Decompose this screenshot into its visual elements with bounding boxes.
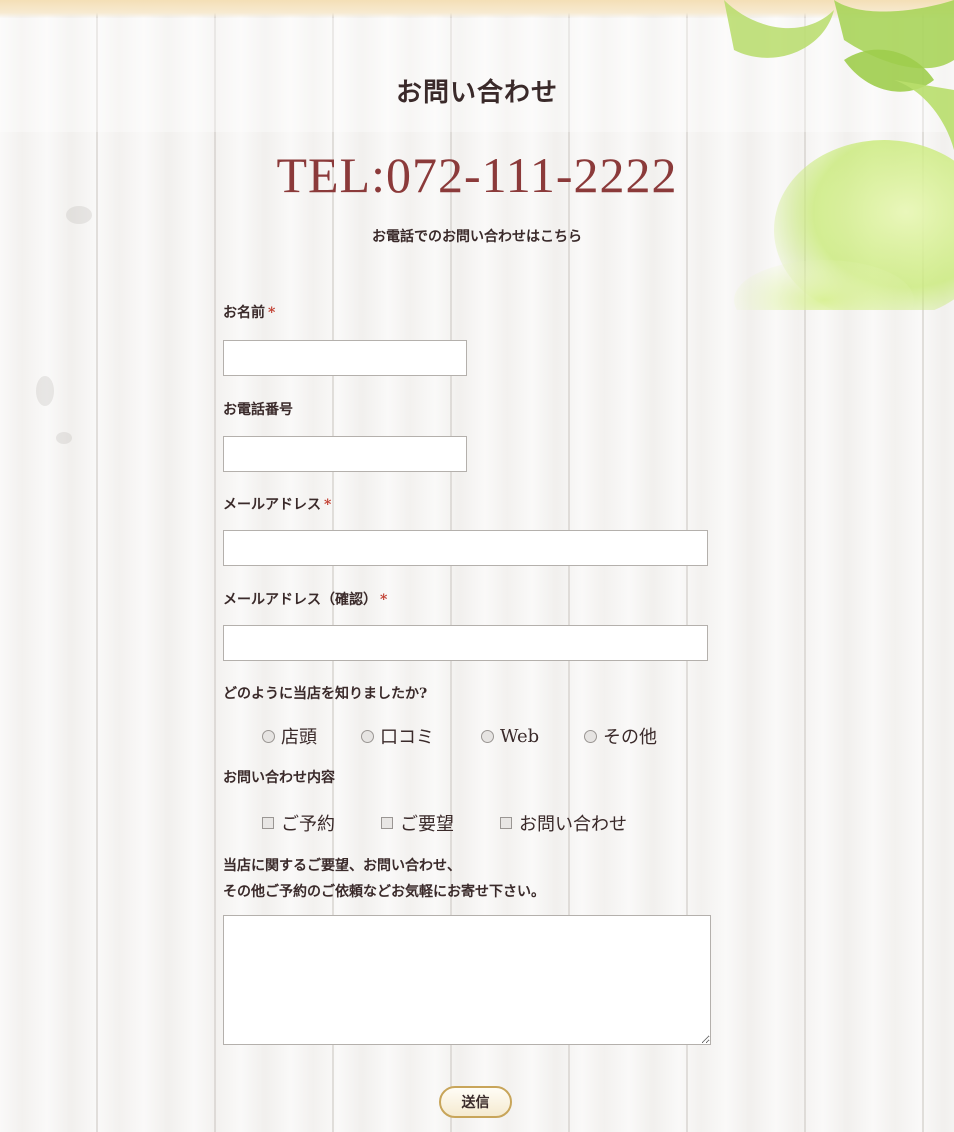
page-title: お問い合わせ bbox=[395, 78, 558, 108]
message-note: 当店に関するご要望、お問い合わせ、 その他ご予約のご依頼などお気軽にお寄せ下さい… bbox=[223, 853, 545, 905]
message-textarea[interactable] bbox=[223, 915, 711, 1045]
inquiry-options: ご予約 ご要望 お問い合わせ bbox=[262, 810, 627, 836]
checkbox-option-reservation[interactable]: ご予約 bbox=[262, 810, 381, 836]
checkbox-label: ご予約 bbox=[281, 814, 335, 835]
email-field[interactable] bbox=[223, 530, 708, 566]
name-label: お名前 * bbox=[223, 302, 275, 322]
email-confirm-label: メールアドレス（確認） * bbox=[223, 589, 387, 609]
required-mark: * bbox=[380, 592, 388, 608]
wood-knot bbox=[56, 432, 72, 444]
inquiry-label: お問い合わせ内容 bbox=[223, 770, 335, 786]
phone-field[interactable] bbox=[223, 436, 467, 472]
submit-button[interactable]: 送信 bbox=[439, 1086, 512, 1118]
radio-label: 口コミ bbox=[380, 727, 434, 748]
email-label-text: メールアドレス bbox=[223, 497, 321, 513]
radio-icon[interactable] bbox=[262, 729, 275, 743]
radio-label: 店頭 bbox=[281, 727, 317, 748]
radio-option-word-of-mouth[interactable]: 口コミ bbox=[361, 723, 481, 749]
phone-number: TEL:072-111-2222 bbox=[276, 147, 678, 203]
radio-icon[interactable] bbox=[481, 729, 494, 743]
checkbox-option-inquiry[interactable]: お問い合わせ bbox=[500, 810, 627, 836]
checkbox-icon[interactable] bbox=[500, 817, 512, 829]
message-note-line: その他ご予約のご依頼などお気軽にお寄せ下さい。 bbox=[223, 884, 545, 900]
email-label: メールアドレス * bbox=[223, 494, 331, 514]
radio-option-web[interactable]: Web bbox=[481, 726, 584, 747]
name-label-text: お名前 bbox=[223, 305, 265, 321]
radio-label: その他 bbox=[603, 727, 657, 748]
radio-label: Web bbox=[500, 725, 540, 747]
message-note-line: 当店に関するご要望、お問い合わせ、 bbox=[223, 858, 461, 874]
email-confirm-field[interactable] bbox=[223, 625, 708, 661]
required-mark: * bbox=[324, 497, 332, 513]
checkbox-label: ご要望 bbox=[400, 814, 454, 835]
checkbox-icon[interactable] bbox=[262, 817, 274, 829]
required-mark: * bbox=[268, 305, 276, 321]
checkbox-option-request[interactable]: ご要望 bbox=[381, 810, 500, 836]
phone-note: お電話でのお問い合わせはこちら bbox=[372, 229, 582, 245]
how-options: 店頭 口コミ Web その他 bbox=[262, 723, 657, 749]
how-label: どのように当店を知りましたか? bbox=[223, 686, 428, 702]
wood-knot bbox=[66, 206, 92, 224]
radio-icon[interactable] bbox=[361, 729, 374, 743]
checkbox-label: お問い合わせ bbox=[519, 814, 627, 835]
email-confirm-label-text: メールアドレス（確認） bbox=[223, 592, 377, 608]
name-field[interactable] bbox=[223, 340, 467, 376]
radio-option-other[interactable]: その他 bbox=[584, 723, 657, 749]
wood-knot bbox=[36, 376, 54, 406]
radio-icon[interactable] bbox=[584, 729, 597, 743]
radio-option-store[interactable]: 店頭 bbox=[262, 723, 361, 749]
phone-label: お電話番号 bbox=[223, 402, 293, 418]
checkbox-icon[interactable] bbox=[381, 817, 393, 829]
